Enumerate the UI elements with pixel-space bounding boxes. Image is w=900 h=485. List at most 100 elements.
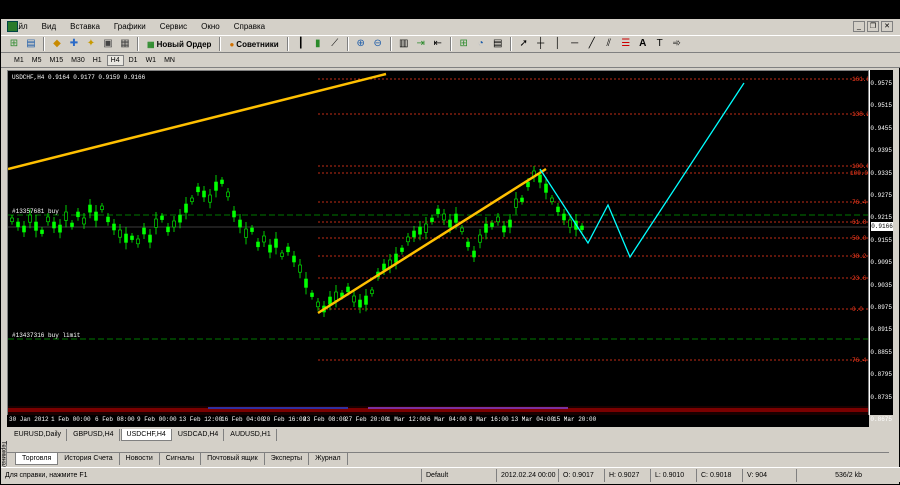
menu-window[interactable]: Окно — [194, 19, 227, 35]
candle-body — [556, 206, 560, 213]
restore-icon[interactable]: ❐ — [867, 21, 879, 32]
price-axis[interactable]: 0.9575 0.9515 0.9455 0.9395 0.9335 0.9275 0.92… — [869, 70, 893, 423]
channel-icon[interactable]: ⫽ — [602, 37, 616, 51]
cursor-icon[interactable]: ➚ — [517, 37, 531, 51]
timeframe-h4[interactable]: H4 — [106, 54, 124, 66]
tab-trade[interactable]: Торговля — [15, 453, 59, 465]
indicator-bar-purple — [368, 407, 568, 409]
fibonacci-icon[interactable]: ☰ — [619, 37, 633, 51]
menu-view[interactable]: Вид — [35, 19, 63, 35]
close-icon[interactable]: ✕ — [881, 21, 893, 32]
timeframe-d1[interactable]: D1 — [126, 56, 141, 65]
line-chart-icon[interactable]: ⟋ — [328, 37, 342, 51]
horizontal-line-icon[interactable]: ─ — [568, 37, 582, 51]
menu-tools[interactable]: Сервис — [153, 19, 194, 35]
chart-tab-gbpusd[interactable]: GBPUSD,H4 — [68, 429, 120, 441]
status-high: H: 0.9027 — [604, 468, 650, 482]
profiles-icon[interactable]: ▤ — [24, 37, 38, 51]
chart-shift-icon[interactable]: ⇤ — [431, 37, 445, 51]
price-chart-canvas[interactable] — [8, 71, 869, 416]
menu-charts[interactable]: Графики — [107, 19, 153, 35]
arrows-icon[interactable]: ➾ — [670, 37, 684, 51]
menu-insert[interactable]: Вставка — [63, 19, 107, 35]
navigator-icon[interactable]: ✦ — [84, 37, 98, 51]
chart-tab-usdcad[interactable]: USDCAD,H4 — [173, 429, 225, 441]
timeframe-m5[interactable]: M5 — [29, 56, 45, 65]
time-tick-label: 6 Mar 04:00 — [427, 416, 467, 423]
minimize-icon[interactable]: _ — [853, 21, 865, 32]
candle-body — [352, 295, 356, 303]
label-icon[interactable]: T — [653, 37, 667, 51]
order-buy-label[interactable]: #13357681 buy — [12, 208, 59, 215]
menu-help[interactable]: Справка — [227, 19, 272, 35]
bar-chart-icon[interactable]: ┃ — [294, 37, 308, 51]
app-icon — [7, 21, 18, 32]
terminal-icon[interactable]: ▣ — [101, 37, 115, 51]
candle-body — [298, 264, 302, 273]
timeframe-m1[interactable]: M1 — [11, 56, 27, 65]
zoom-out-icon[interactable]: ⊖ — [371, 37, 385, 51]
candle-body — [286, 246, 290, 253]
order-buy-limit-label[interactable]: #13437316 buy limit — [12, 332, 80, 339]
candle-body — [412, 230, 416, 238]
timeframe-h1[interactable]: H1 — [90, 56, 105, 65]
tile-icon[interactable]: ▥ — [397, 37, 411, 51]
templates-icon[interactable]: ▤ — [491, 37, 505, 51]
candle-body — [394, 253, 398, 263]
time-tick-label: 27 Feb 20:00 — [345, 416, 389, 423]
tab-mailbox[interactable]: Почтовый ящик — [201, 453, 265, 465]
chart-tab-usdchf[interactable]: USDCHF,H4 — [120, 429, 172, 441]
candle-body — [142, 227, 146, 235]
data-window-icon[interactable]: ✚ — [67, 37, 81, 51]
tab-account-history[interactable]: История Счета — [58, 453, 120, 465]
tab-journal[interactable]: Журнал — [309, 453, 348, 465]
zoom-in-icon[interactable]: ⊕ — [354, 37, 368, 51]
new-order-button[interactable]: ▦ Новый Ордер — [144, 40, 214, 49]
timeframe-m15[interactable]: M15 — [46, 56, 66, 65]
candle-body — [580, 225, 584, 230]
candle-body — [58, 224, 62, 233]
candle-body — [418, 226, 422, 235]
time-axis[interactable]: 30 Jan 2012 1 Feb 00:00 6 Feb 08:00 9 Feb 0… — [7, 415, 869, 427]
tab-news[interactable]: Новости — [120, 453, 160, 465]
text-icon[interactable]: A — [636, 37, 650, 51]
time-tick-label: 20 Feb 16:00 — [263, 416, 307, 423]
chart-tab-audusd[interactable]: AUDUSD,H1 — [225, 429, 277, 441]
candle-body — [484, 223, 488, 233]
price-tick-label: 0.9395 — [870, 147, 892, 155]
chart-tab-eurusd[interactable]: EURUSD,Daily — [9, 429, 68, 441]
market-watch-icon[interactable]: ◆ — [50, 37, 64, 51]
candle-body — [466, 241, 470, 248]
candle-body — [244, 228, 248, 238]
tab-experts[interactable]: Эксперты — [265, 453, 310, 465]
candle-body — [274, 238, 278, 248]
candle-chart-icon[interactable]: ▮ — [311, 37, 325, 51]
advisors-button[interactable]: ● Советники — [226, 40, 281, 49]
status-traffic: 536/2 kb — [796, 468, 866, 482]
tester-icon[interactable]: ▦ — [118, 37, 132, 51]
candle-body — [202, 190, 206, 198]
candle-body — [436, 208, 440, 215]
autoscroll-icon[interactable]: ⇥ — [414, 37, 428, 51]
candle-body — [448, 219, 452, 228]
status-datetime: 2012.02.24 00:00 — [496, 468, 558, 482]
timeframe-mn[interactable]: MN — [161, 56, 178, 65]
crosshair-icon[interactable]: ┼ — [534, 37, 548, 51]
candle-body — [268, 244, 272, 253]
new-chart-icon[interactable]: ⊞ — [7, 37, 21, 51]
tab-signals[interactable]: Сигналы — [160, 453, 202, 465]
candle-body — [124, 233, 128, 243]
candle-body — [346, 286, 350, 293]
vertical-line-icon[interactable]: │ — [551, 37, 565, 51]
periods-icon[interactable]: ◔ — [474, 37, 488, 51]
candle-body — [334, 291, 338, 301]
timeframe-w1[interactable]: W1 — [143, 56, 160, 65]
indicators-icon[interactable]: ⊞ — [457, 37, 471, 51]
trendline-icon[interactable]: ╱ — [585, 37, 599, 51]
timeframe-m30[interactable]: M30 — [68, 56, 88, 65]
candle-body — [220, 179, 224, 184]
chart-area[interactable]: USDCHF,H4 0.9164 0.9177 0.9159 0.9166 #1… — [7, 70, 869, 425]
price-tick-label: 0.9035 — [870, 281, 892, 289]
fib-level-label: 76.4 — [852, 357, 867, 364]
status-close: C: 0.9018 — [696, 468, 742, 482]
